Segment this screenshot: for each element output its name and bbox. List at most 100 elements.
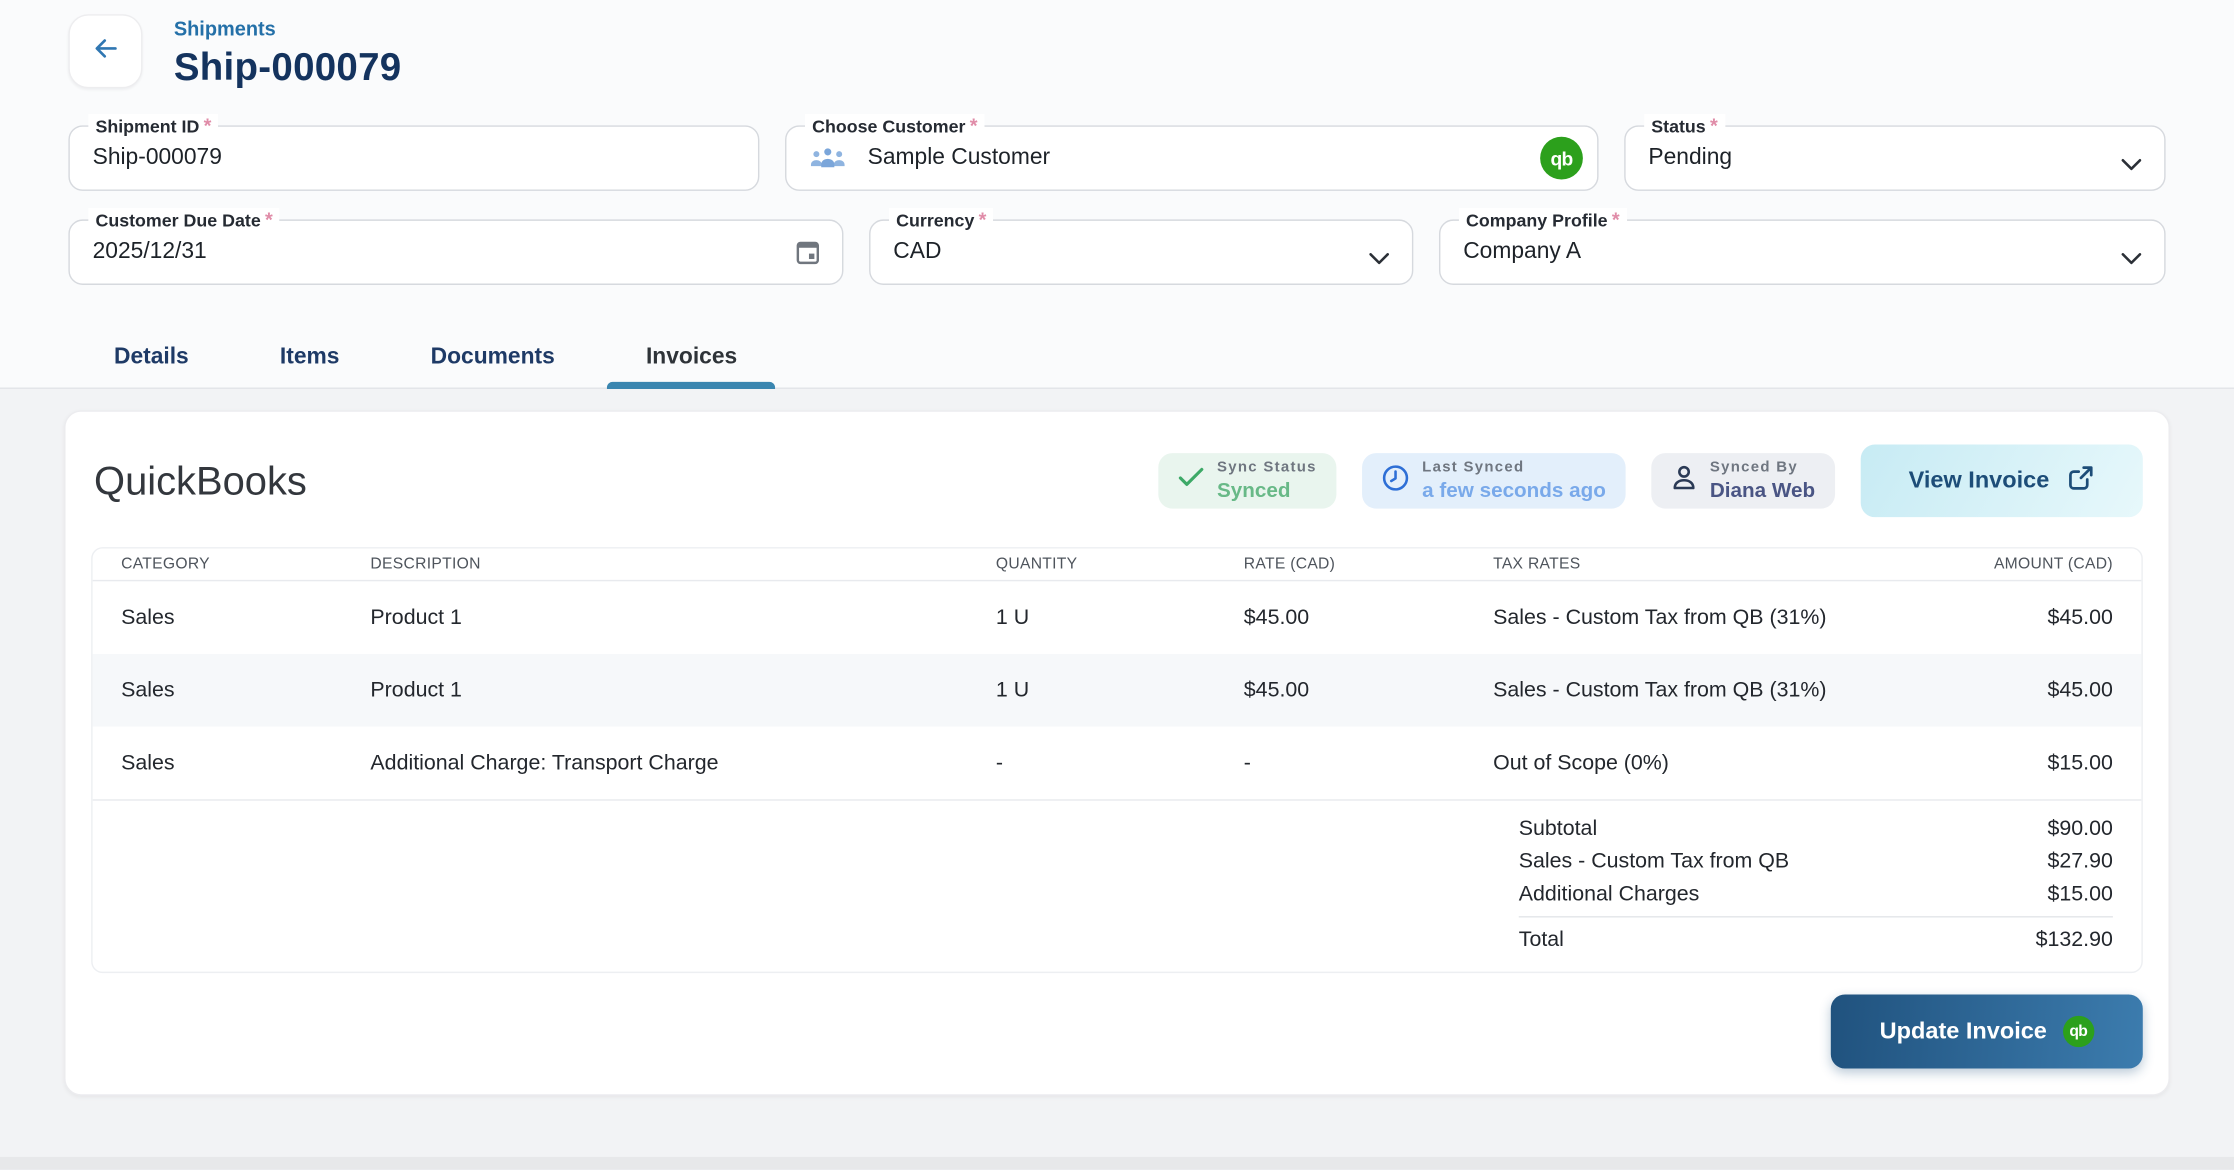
total-value: $90.00 bbox=[2048, 816, 2113, 840]
page-title: Ship-000079 bbox=[174, 46, 402, 90]
choose-customer-value: Sample Customer bbox=[868, 145, 1050, 171]
view-invoice-label: View Invoice bbox=[1909, 467, 2050, 494]
cell-rate: $45.00 bbox=[1244, 606, 1493, 630]
tab-items[interactable]: Items bbox=[234, 326, 385, 387]
tab-invoices[interactable]: Invoices bbox=[600, 326, 782, 387]
quickbooks-sync-icon: qb bbox=[1540, 137, 1583, 180]
quickbooks-header: QuickBooks Sync Status Synced La bbox=[91, 445, 2143, 518]
total-label: Sales - Custom Tax from QB bbox=[1519, 849, 1789, 873]
table-row: SalesAdditional Charge: Transport Charge… bbox=[93, 727, 2142, 800]
company-profile-label: Company Profile* bbox=[1459, 208, 1627, 231]
update-invoice-button[interactable]: Update Invoice qb bbox=[1831, 994, 2143, 1068]
required-asterisk: * bbox=[204, 114, 212, 137]
cell-category: Sales bbox=[121, 678, 370, 702]
col-rate: RATE (CAD) bbox=[1244, 556, 1493, 573]
cell-tax: Out of Scope (0%) bbox=[1493, 751, 1871, 775]
cell-quantity: 1 U bbox=[996, 606, 1244, 630]
company-profile-value: Company A bbox=[1463, 239, 1581, 265]
invoice-table-body: SalesProduct 11 U$45.00Sales - Custom Ta… bbox=[93, 581, 2142, 799]
required-asterisk: * bbox=[970, 114, 978, 137]
shipment-id-label: Shipment ID* bbox=[88, 114, 218, 137]
invoice-table: CATEGORY DESCRIPTION QUANTITY RATE (CAD)… bbox=[91, 547, 2143, 973]
cell-category: Sales bbox=[121, 606, 370, 630]
synced-by-badge: Synced By Diana Web bbox=[1651, 453, 1835, 509]
customer-due-date-value: 2025/12/31 bbox=[93, 239, 207, 265]
table-row: SalesProduct 11 U$45.00Sales - Custom Ta… bbox=[93, 581, 2142, 654]
customer-due-date-label: Customer Due Date* bbox=[88, 208, 280, 231]
chevron-down-icon bbox=[1369, 246, 1389, 272]
status-value: Pending bbox=[1648, 145, 1732, 171]
cell-description: Product 1 bbox=[370, 678, 995, 702]
total-value: $27.90 bbox=[2048, 849, 2113, 873]
cell-rate: - bbox=[1244, 751, 1493, 775]
cell-description: Additional Charge: Transport Charge bbox=[370, 751, 995, 775]
last-synced-badge: Last Synced a few seconds ago bbox=[1362, 453, 1625, 509]
currency-select[interactable]: Currency* CAD bbox=[869, 219, 1413, 285]
synced-by-label: Synced By bbox=[1710, 460, 1815, 475]
cell-rate: $45.00 bbox=[1244, 678, 1493, 702]
col-amount: AMOUNT (CAD) bbox=[1871, 556, 2113, 573]
total-value: $15.00 bbox=[2048, 882, 2113, 906]
required-asterisk: * bbox=[265, 208, 273, 231]
calendar-icon[interactable] bbox=[794, 238, 822, 274]
person-icon bbox=[1671, 464, 1697, 498]
status-select[interactable]: Status* Pending bbox=[1624, 125, 2165, 191]
table-row: SalesProduct 11 U$45.00Sales - Custom Ta… bbox=[93, 654, 2142, 727]
view-invoice-button[interactable]: View Invoice bbox=[1861, 445, 2143, 518]
total-line: Total$132.90 bbox=[1519, 916, 2113, 956]
cell-quantity: - bbox=[996, 751, 1244, 775]
cell-tax: Sales - Custom Tax from QB (31%) bbox=[1493, 606, 1871, 630]
currency-value: CAD bbox=[893, 239, 941, 265]
choose-customer-field[interactable]: Choose Customer* Sample Customer qb bbox=[785, 125, 1599, 191]
tab-documents[interactable]: Documents bbox=[385, 326, 600, 387]
customer-group-icon bbox=[809, 146, 846, 170]
card-footer: Update Invoice qb bbox=[91, 994, 2143, 1068]
tabs: DetailsItemsDocumentsInvoices bbox=[68, 326, 2165, 387]
quickbooks-card: QuickBooks Sync Status Synced La bbox=[64, 410, 2170, 1095]
col-tax-rates: TAX RATES bbox=[1493, 556, 1871, 573]
col-category: CATEGORY bbox=[121, 556, 370, 573]
form-row-2: Customer Due Date* 2025/12/31 Currency* … bbox=[68, 219, 2165, 285]
shipment-id-value: Ship-000079 bbox=[93, 145, 222, 171]
cell-tax: Sales - Custom Tax from QB (31%) bbox=[1493, 678, 1871, 702]
quickbooks-title: QuickBooks bbox=[91, 458, 307, 504]
customer-due-date-field[interactable]: Customer Due Date* 2025/12/31 bbox=[68, 219, 843, 285]
tab-details[interactable]: Details bbox=[68, 326, 234, 387]
status-label: Status* bbox=[1644, 114, 1725, 137]
cell-amount: $45.00 bbox=[1871, 606, 2113, 630]
invoice-totals: Subtotal $90.00 Sales - Custom Tax from QB… bbox=[93, 799, 2142, 971]
shipment-detail-page: Shipments Ship-000079 Shipment ID* Ship-… bbox=[0, 0, 2234, 1170]
main-content: QuickBooks Sync Status Synced La bbox=[0, 389, 2234, 1096]
required-asterisk: * bbox=[979, 208, 987, 231]
chevron-down-icon bbox=[2121, 246, 2141, 272]
total-label: Subtotal bbox=[1519, 816, 1597, 840]
synced-by-value: Diana Web bbox=[1710, 481, 1815, 502]
currency-label: Currency* bbox=[889, 208, 993, 231]
invoice-table-header: CATEGORY DESCRIPTION QUANTITY RATE (CAD)… bbox=[93, 549, 2142, 582]
back-button[interactable] bbox=[68, 14, 142, 88]
cell-description: Product 1 bbox=[370, 606, 995, 630]
quickbooks-icon: qb bbox=[2063, 1016, 2094, 1047]
sync-status-value: Synced bbox=[1217, 481, 1317, 502]
sync-status-badge: Sync Status Synced bbox=[1159, 453, 1337, 509]
check-icon bbox=[1179, 467, 1205, 494]
cell-amount: $45.00 bbox=[1871, 678, 2113, 702]
col-description: DESCRIPTION bbox=[370, 556, 995, 573]
external-link-icon bbox=[2068, 464, 2095, 498]
subtotal-line: Additional Charges $15.00 bbox=[1519, 878, 2113, 911]
cell-quantity: 1 U bbox=[996, 678, 1244, 702]
required-asterisk: * bbox=[1710, 114, 1718, 137]
clock-icon bbox=[1382, 464, 1409, 498]
required-asterisk: * bbox=[1612, 208, 1620, 231]
cell-amount: $15.00 bbox=[1871, 751, 2113, 775]
last-synced-label: Last Synced bbox=[1422, 460, 1606, 475]
company-profile-select[interactable]: Company Profile* Company A bbox=[1439, 219, 2166, 285]
breadcrumb-shipments[interactable]: Shipments bbox=[174, 17, 402, 40]
shipment-id-field[interactable]: Shipment ID* Ship-000079 bbox=[68, 125, 759, 191]
total-label: Additional Charges bbox=[1519, 882, 1700, 906]
page-header: Shipments Ship-000079 bbox=[68, 14, 2165, 91]
total-value: $132.90 bbox=[2036, 928, 2113, 952]
title-block: Shipments Ship-000079 bbox=[174, 14, 402, 90]
top-section: Shipments Ship-000079 Shipment ID* Ship-… bbox=[0, 0, 2234, 389]
arrow-left-icon bbox=[88, 31, 122, 72]
